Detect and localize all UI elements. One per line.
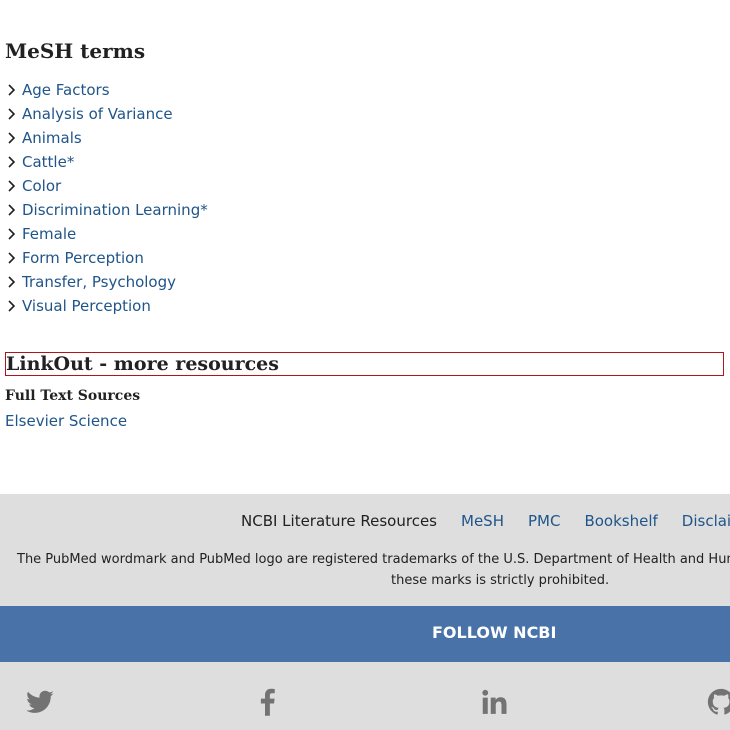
github-icon[interactable]: [706, 687, 730, 717]
footer-link-pmc[interactable]: PMC: [528, 512, 560, 530]
chevron-right-icon: [8, 156, 16, 168]
mesh-term-item[interactable]: Female: [5, 222, 208, 246]
mesh-term-item[interactable]: Age Factors: [5, 78, 208, 102]
mesh-term-link[interactable]: Animals: [22, 129, 82, 147]
chevron-right-icon: [8, 84, 16, 96]
mesh-term-link[interactable]: Transfer, Psychology: [22, 273, 176, 291]
footer-link-bookshelf[interactable]: Bookshelf: [584, 512, 657, 530]
mesh-terms-list: Age Factors Analysis of Variance Animals…: [5, 78, 208, 318]
mesh-term-item[interactable]: Analysis of Variance: [5, 102, 208, 126]
mesh-term-link[interactable]: Visual Perception: [22, 297, 151, 315]
trademark-notice: The PubMed wordmark and PubMed logo are …: [17, 549, 730, 591]
chevron-right-icon: [8, 180, 16, 192]
mesh-term-item[interactable]: Transfer, Psychology: [5, 270, 208, 294]
mesh-term-link[interactable]: Age Factors: [22, 81, 110, 99]
follow-ncbi-bar: FOLLOW NCBI: [0, 606, 730, 662]
mesh-term-link[interactable]: Form Perception: [22, 249, 144, 267]
trademark-text-line1: The PubMed wordmark and PubMed logo are …: [17, 552, 730, 567]
chevron-right-icon: [8, 300, 16, 312]
chevron-right-icon: [8, 108, 16, 120]
ncbi-literature-resources-label: NCBI Literature Resources: [241, 512, 437, 530]
twitter-icon[interactable]: [25, 687, 55, 717]
mesh-term-item[interactable]: Color: [5, 174, 208, 198]
footer-link-mesh[interactable]: MeSH: [461, 512, 504, 530]
chevron-right-icon: [8, 132, 16, 144]
footer-link-disclaimer[interactable]: Disclaimer: [682, 512, 730, 530]
trademark-text-line2: these marks is strictly prohibited.: [391, 573, 610, 588]
footer-nav: NCBI Literature Resources MeSH PMC Books…: [241, 512, 730, 530]
mesh-term-link[interactable]: Color: [22, 177, 61, 195]
follow-ncbi-label: FOLLOW NCBI: [432, 623, 557, 642]
chevron-right-icon: [8, 276, 16, 288]
footer: NCBI Literature Resources MeSH PMC Books…: [0, 494, 730, 730]
chevron-right-icon: [8, 252, 16, 264]
full-text-sources-heading: Full Text Sources: [5, 388, 141, 404]
elsevier-science-link[interactable]: Elsevier Science: [5, 412, 127, 430]
linkedin-icon[interactable]: [479, 687, 509, 717]
mesh-term-item[interactable]: Discrimination Learning*: [5, 198, 208, 222]
mesh-term-link[interactable]: Analysis of Variance: [22, 105, 173, 123]
chevron-right-icon: [8, 204, 16, 216]
mesh-terms-heading: MeSH terms: [5, 39, 146, 63]
mesh-term-link[interactable]: Discrimination Learning*: [22, 201, 208, 219]
mesh-term-item[interactable]: Animals: [5, 126, 208, 150]
facebook-icon[interactable]: [253, 687, 283, 717]
page: MeSH terms Age Factors Analysis of Varia…: [0, 0, 730, 730]
linkout-heading: LinkOut - more resources: [5, 352, 724, 376]
mesh-term-link[interactable]: Female: [22, 225, 76, 243]
mesh-term-item[interactable]: Form Perception: [5, 246, 208, 270]
mesh-term-link[interactable]: Cattle*: [22, 153, 74, 171]
chevron-right-icon: [8, 228, 16, 240]
mesh-term-item[interactable]: Visual Perception: [5, 294, 208, 318]
mesh-term-item[interactable]: Cattle*: [5, 150, 208, 174]
